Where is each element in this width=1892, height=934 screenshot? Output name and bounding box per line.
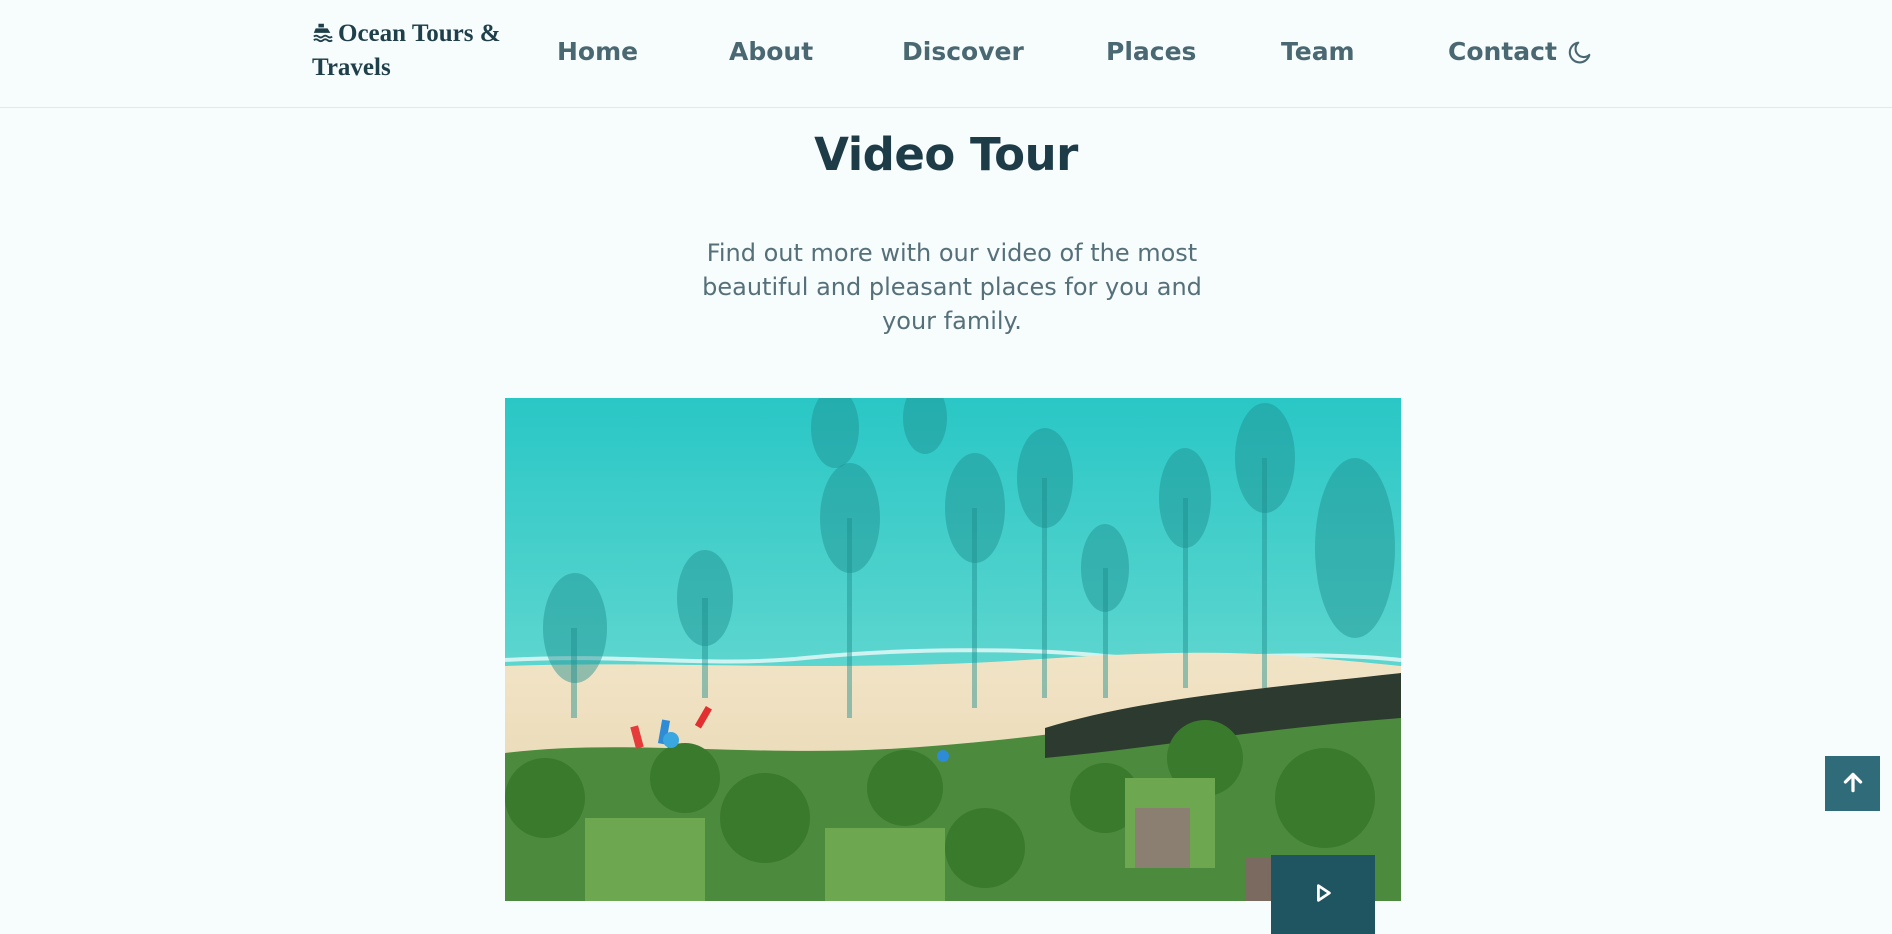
nav-team[interactable]: Team	[1281, 32, 1355, 72]
video-thumbnail[interactable]	[505, 398, 1401, 901]
scroll-top-button[interactable]	[1825, 756, 1880, 811]
ship-icon	[312, 20, 334, 52]
play-button[interactable]	[1271, 855, 1375, 934]
section-description: Find out more with our video of the most…	[702, 239, 1202, 335]
logo-text: Ocean Tours & Travels	[312, 20, 501, 81]
moon-icon[interactable]	[1566, 38, 1594, 66]
nav-places[interactable]: Places	[1106, 32, 1196, 72]
nav-contact[interactable]: Contact	[1448, 32, 1557, 72]
nav-home[interactable]: Home	[557, 32, 638, 72]
arrow-up-icon	[1840, 769, 1866, 799]
nav-discover[interactable]: Discover	[902, 32, 1024, 72]
nav-about[interactable]: About	[729, 32, 813, 72]
aerial-beach-image	[505, 398, 1401, 901]
logo[interactable]: Ocean Tours & Travels	[312, 18, 522, 84]
section-title: Video Tour	[814, 128, 1078, 181]
play-icon	[1312, 882, 1334, 908]
site-header: Ocean Tours & Travels Home About Discove…	[0, 0, 1892, 108]
